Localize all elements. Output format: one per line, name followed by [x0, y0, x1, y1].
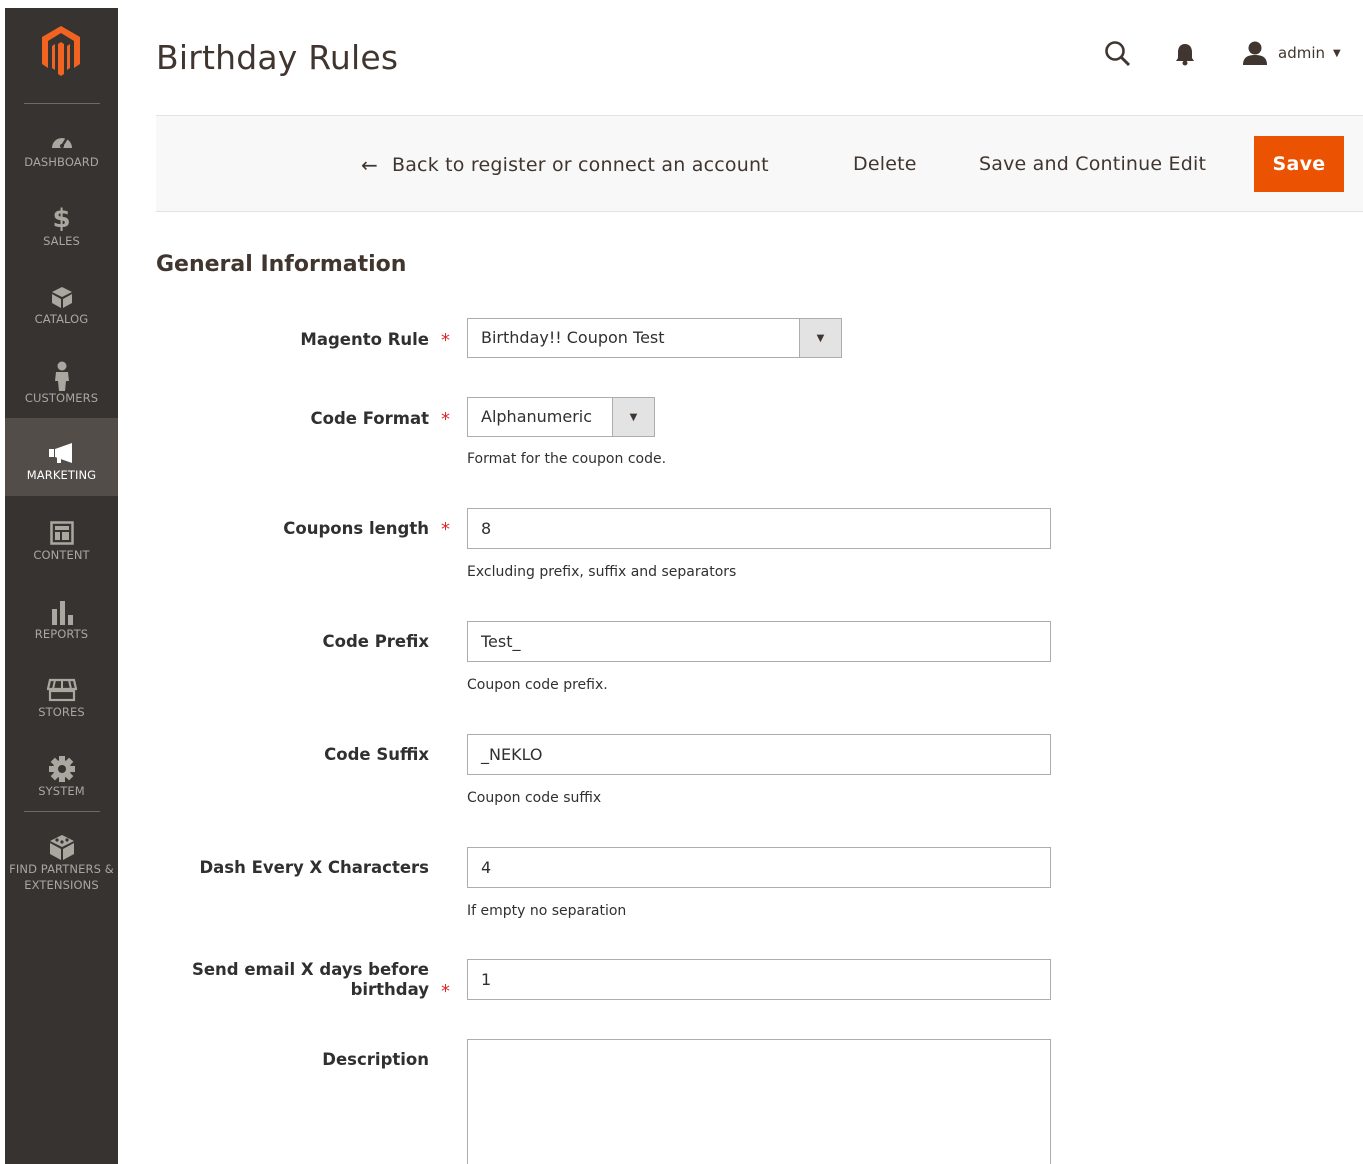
- sidebar-item-stores[interactable]: STORES: [5, 663, 118, 741]
- send-email-label: Send email X days before birthday: [156, 960, 429, 1000]
- dollar-icon: $: [52, 204, 71, 234]
- sidebar-item-label: CUSTOMERS: [24, 391, 99, 405]
- arrow-left-icon: ←: [361, 153, 378, 177]
- section-title: General Information: [156, 252, 407, 277]
- chevron-down-icon[interactable]: ▼: [612, 398, 654, 436]
- required-marker: *: [441, 409, 450, 430]
- user-menu[interactable]: admin ▼: [1242, 40, 1341, 66]
- coupons-length-input[interactable]: 8: [467, 508, 1051, 549]
- chevron-down-icon: ▼: [1333, 47, 1341, 59]
- send-email-days-input[interactable]: 1: [467, 959, 1051, 1000]
- code-prefix-input[interactable]: Test_: [467, 621, 1051, 662]
- dashboard-icon: [5, 127, 118, 153]
- page-title: Birthday Rules: [156, 38, 399, 77]
- sidebar-item-find-partners[interactable]: FIND PARTNERS & EXTENSIONS: [5, 820, 118, 910]
- dash-every-input[interactable]: 4: [467, 847, 1051, 888]
- sidebar-item-label: DASHBOARD: [24, 155, 99, 169]
- page-actions-bar: ← Back to register or connect an account…: [156, 115, 1363, 212]
- sidebar-item-content[interactable]: CONTENT: [5, 506, 118, 584]
- code-format-select[interactable]: Alphanumeric ▼: [467, 397, 655, 437]
- magento-rule-value: Birthday!! Coupon Test: [481, 328, 665, 347]
- store-icon: [5, 677, 118, 703]
- chevron-down-icon[interactable]: ▼: [799, 319, 841, 357]
- code-format-value: Alphanumeric: [481, 407, 593, 426]
- user-icon: [1243, 41, 1267, 65]
- megaphone-icon: [5, 440, 118, 466]
- dash-every-label: Dash Every X Characters: [199, 858, 429, 877]
- description-textarea[interactable]: [467, 1039, 1051, 1164]
- required-marker: *: [441, 981, 450, 1002]
- sidebar-item-label: CONTENT: [33, 548, 90, 562]
- sidebar-item-label: FIND PARTNERS & EXTENSIONS: [9, 862, 114, 892]
- sidebar-item-marketing[interactable]: MARKETING: [5, 418, 118, 496]
- sidebar-item-customers[interactable]: CUSTOMERS: [5, 349, 118, 427]
- bar-chart-icon: [5, 599, 118, 625]
- code-suffix-input[interactable]: _NEKLO: [467, 734, 1051, 775]
- layout-icon: [5, 520, 118, 546]
- back-button[interactable]: ← Back to register or connect an account: [361, 153, 769, 177]
- sidebar-item-reports[interactable]: REPORTS: [5, 585, 118, 663]
- admin-sidebar: DASHBOARD $ SALES CATALOG CUSTOMERS MARK…: [5, 8, 118, 1164]
- bell-icon: [1176, 44, 1194, 66]
- sidebar-divider: [24, 811, 100, 812]
- code-suffix-label: Code Suffix: [324, 745, 429, 764]
- sidebar-item-catalog[interactable]: CATALOG: [5, 270, 118, 348]
- code-prefix-note: Coupon code prefix.: [467, 677, 608, 693]
- magento-logo[interactable]: [5, 8, 118, 104]
- sidebar-item-system[interactable]: SYSTEM: [5, 742, 118, 820]
- magento-rule-select[interactable]: Birthday!! Coupon Test ▼: [467, 318, 842, 358]
- code-format-label: Code Format: [310, 409, 429, 428]
- sidebar-item-label: MARKETING: [26, 468, 97, 482]
- dash-every-note: If empty no separation: [467, 903, 627, 919]
- code-format-note: Format for the coupon code.: [467, 451, 667, 467]
- delete-button[interactable]: Delete: [853, 153, 917, 175]
- sidebar-item-label: CATALOG: [34, 312, 89, 326]
- send-email-label-line1: Send email X days before: [191, 960, 429, 979]
- save-button[interactable]: Save: [1254, 136, 1344, 192]
- send-email-label-line2: birthday: [350, 980, 429, 999]
- required-marker: *: [441, 330, 450, 351]
- sidebar-divider: [24, 103, 100, 104]
- code-suffix-note: Coupon code suffix: [467, 790, 602, 806]
- back-button-label: Back to register or connect an account: [391, 154, 769, 176]
- sidebar-item-label: SYSTEM: [38, 784, 85, 798]
- search-button[interactable]: [1104, 40, 1132, 72]
- gear-icon: [5, 756, 118, 782]
- sidebar-item-label: REPORTS: [34, 627, 89, 641]
- cube-icon: [5, 834, 118, 860]
- magento-logo-icon: [42, 26, 80, 76]
- required-marker: *: [441, 519, 450, 540]
- save-and-continue-button[interactable]: Save and Continue Edit: [979, 153, 1206, 175]
- box-icon: [5, 284, 118, 310]
- user-name: admin: [1278, 44, 1325, 62]
- sidebar-item-label: STORES: [38, 705, 85, 719]
- sidebar-item-sales[interactable]: $ SALES: [5, 192, 118, 270]
- notifications-button[interactable]: [1174, 42, 1196, 70]
- sidebar-item-dashboard[interactable]: DASHBOARD: [5, 113, 118, 191]
- search-icon: [1105, 41, 1131, 67]
- sidebar-item-label: SALES: [43, 234, 80, 248]
- magento-rule-label: Magento Rule: [300, 330, 429, 349]
- description-label: Description: [322, 1050, 429, 1069]
- code-prefix-label: Code Prefix: [322, 632, 430, 651]
- coupons-length-label: Coupons length: [283, 519, 429, 538]
- person-icon: [5, 361, 118, 391]
- coupons-length-note: Excluding prefix, suffix and separators: [467, 564, 737, 580]
